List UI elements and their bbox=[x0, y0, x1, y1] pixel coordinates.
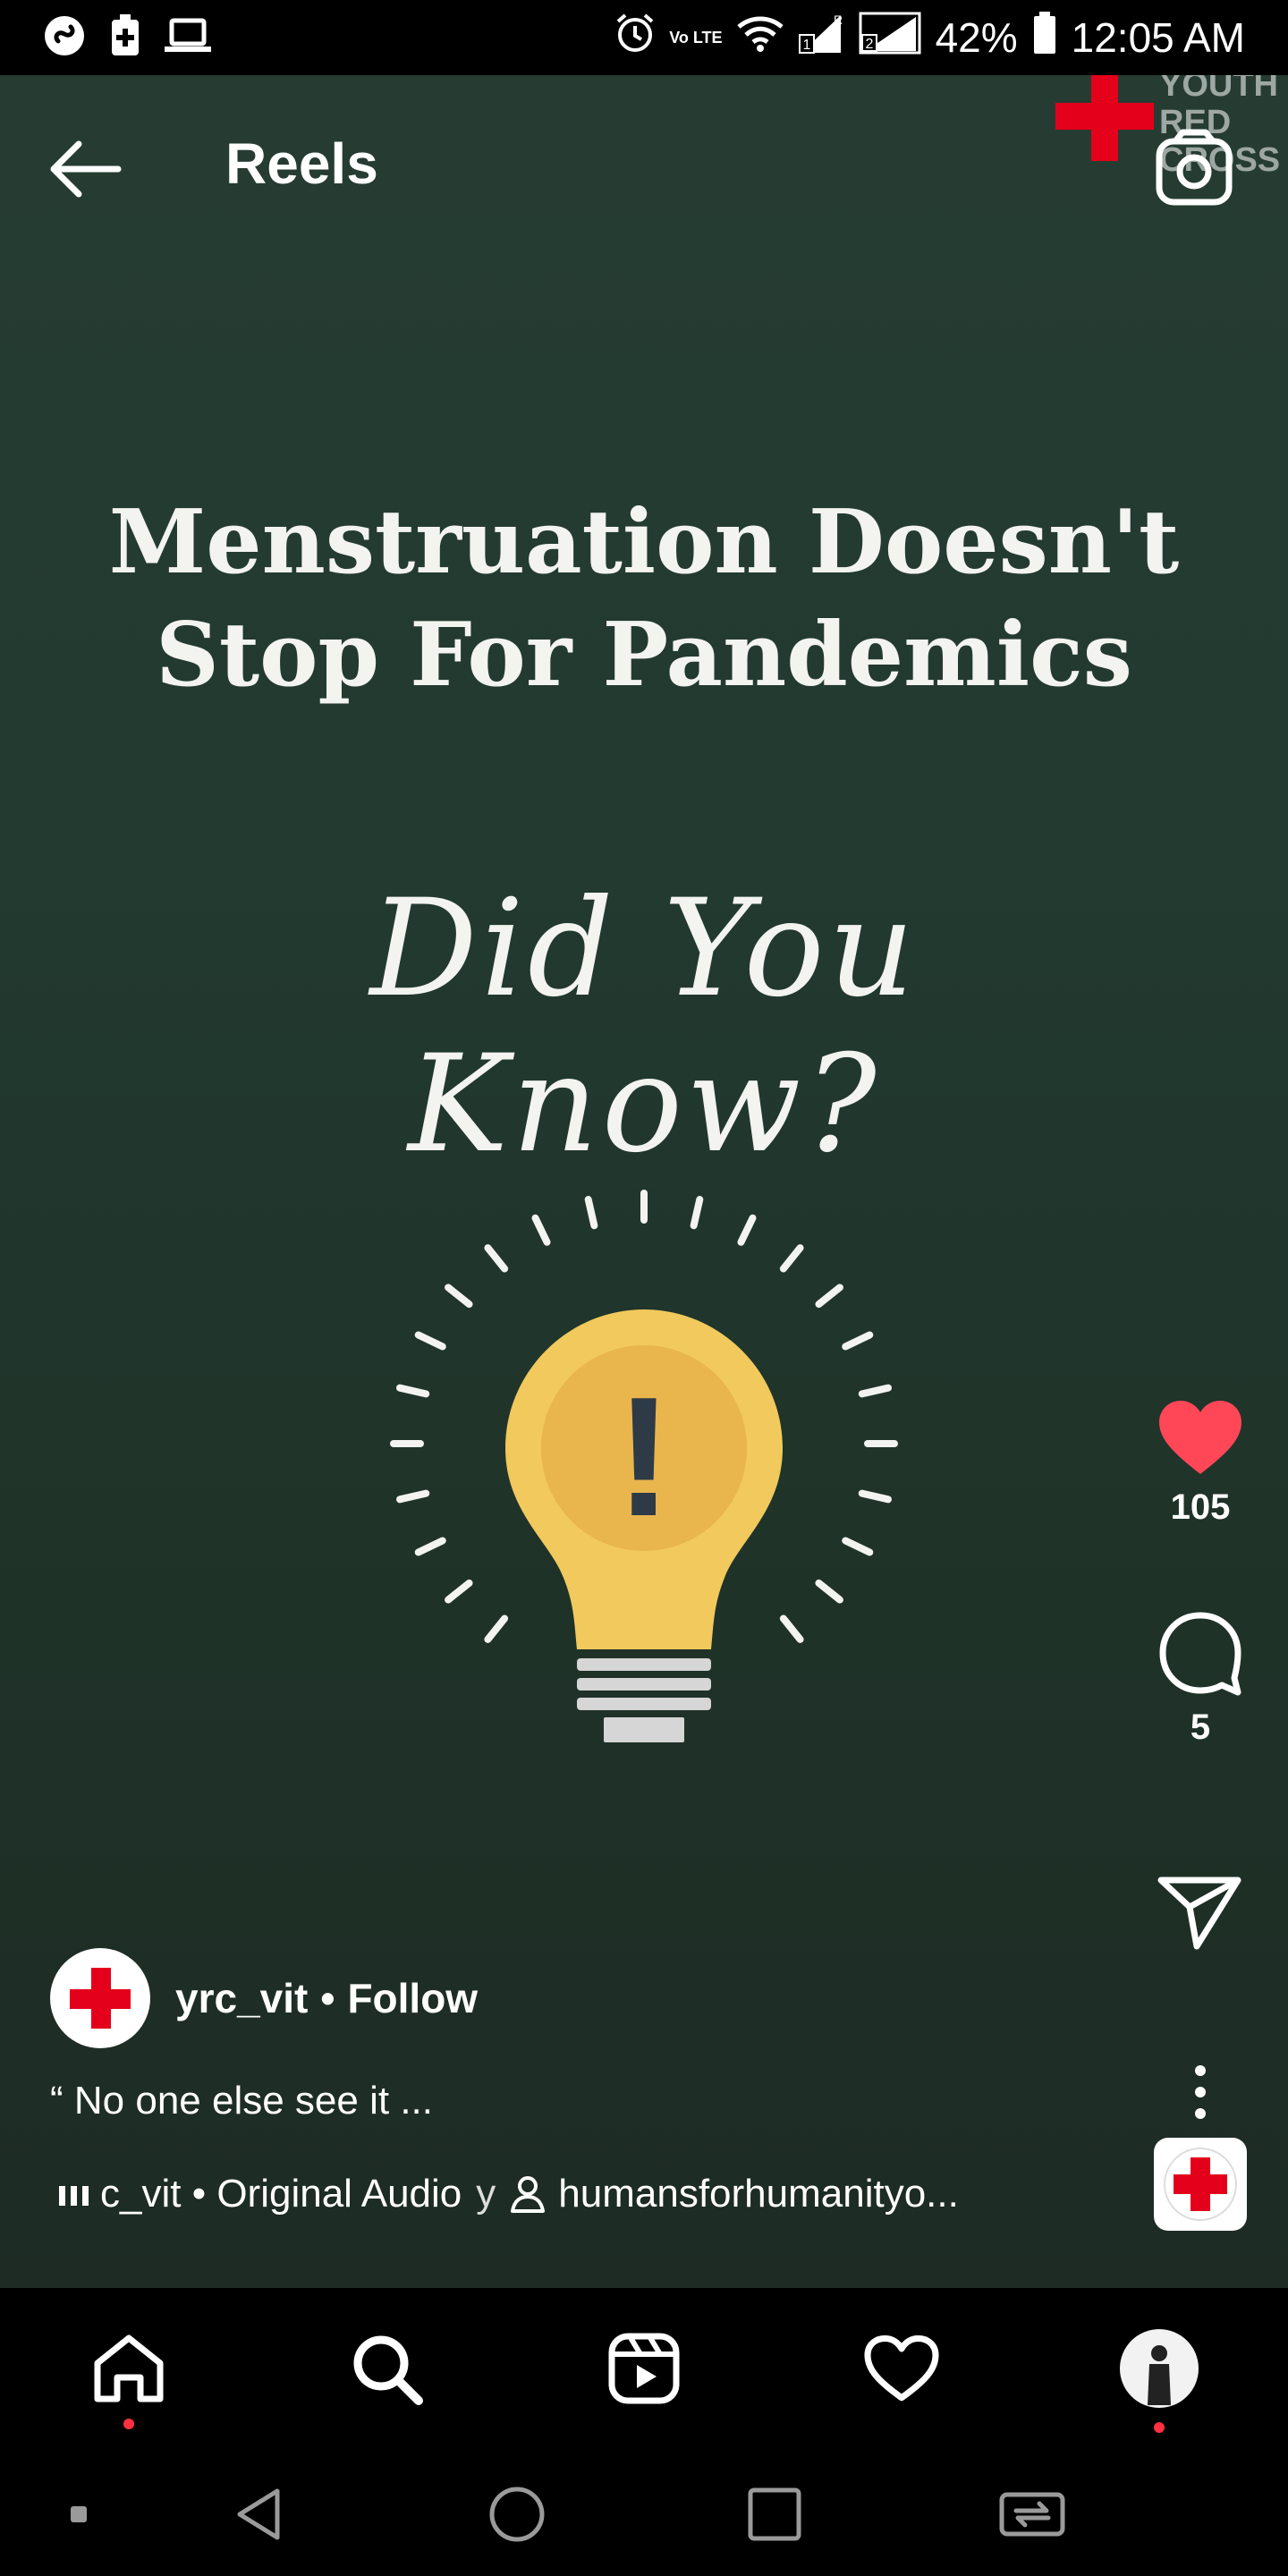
bulb-ray bbox=[690, 1196, 704, 1230]
laptop-icon bbox=[165, 18, 211, 58]
bulb-ray bbox=[737, 1214, 757, 1246]
nav-activity[interactable] bbox=[857, 2324, 946, 2413]
reels-icon bbox=[608, 2333, 680, 2404]
lightbulb-icon: ! bbox=[390, 1190, 898, 1742]
battery-saver-icon bbox=[109, 13, 141, 62]
audio-thumbnail[interactable] bbox=[1154, 2138, 1247, 2231]
bottom-nav bbox=[0, 2288, 1288, 2449]
status-bar: Vo LTE 1R 2 42% 12:05 AM bbox=[0, 0, 1288, 75]
bulb-ray bbox=[484, 1614, 509, 1643]
reels-header: Reels bbox=[0, 75, 1288, 254]
signal-sim1-icon: 1R bbox=[798, 12, 844, 64]
camera-button[interactable] bbox=[1154, 129, 1234, 209]
profile-avatar-icon bbox=[1120, 2329, 1199, 2408]
bulb-ray bbox=[842, 1537, 874, 1556]
bulb-ray bbox=[584, 1196, 598, 1230]
status-left-icons bbox=[43, 13, 211, 62]
like-action: 105 bbox=[1138, 1399, 1263, 1528]
reel-video[interactable]: YOUTH RED CROSS Reels Menstruation Doesn… bbox=[0, 75, 1288, 2288]
triangle-back-icon bbox=[237, 2488, 280, 2540]
battery-percent: 42% bbox=[935, 14, 1018, 61]
svg-text:2: 2 bbox=[865, 37, 873, 52]
bulb-ray bbox=[484, 1244, 509, 1273]
bulb-ray bbox=[396, 1489, 430, 1504]
back-button[interactable] bbox=[47, 138, 127, 200]
more-options-icon[interactable] bbox=[1190, 2063, 1211, 2122]
square-dot-icon bbox=[71, 2506, 87, 2522]
system-back-button[interactable] bbox=[225, 2483, 297, 2546]
bulb-ray bbox=[445, 1284, 473, 1309]
system-recents-button[interactable] bbox=[739, 2483, 810, 2546]
svg-text:1: 1 bbox=[802, 38, 810, 53]
assistant-dot-button[interactable] bbox=[43, 2483, 114, 2546]
screen-switch-icon bbox=[999, 2492, 1065, 2537]
nav-profile[interactable] bbox=[1114, 2324, 1204, 2433]
bulb-ray bbox=[779, 1244, 804, 1273]
system-home-button[interactable] bbox=[481, 2483, 553, 2546]
heart-icon[interactable] bbox=[1157, 1399, 1243, 1476]
username[interactable]: yrc_vit bbox=[175, 1974, 308, 2022]
red-cross-thumbnail-icon bbox=[1164, 2148, 1237, 2221]
search-icon bbox=[353, 2335, 423, 2405]
audio-row: c_vit • Original Audio y humansforhumani… bbox=[59, 2172, 959, 2216]
clock-time: 12:05 AM bbox=[1071, 14, 1245, 61]
alarm-icon bbox=[615, 13, 655, 64]
headline-line-1: Menstruation Doesn't bbox=[108, 491, 1180, 594]
system-switch-button[interactable] bbox=[996, 2483, 1068, 2546]
person-icon bbox=[511, 2176, 546, 2213]
bulb-ray bbox=[858, 1489, 892, 1504]
bulb-ray bbox=[414, 1331, 446, 1351]
shazam-icon bbox=[43, 14, 86, 62]
system-nav bbox=[0, 2449, 1288, 2576]
profile-notification-dot bbox=[1154, 2422, 1165, 2433]
wifi-icon bbox=[736, 13, 784, 62]
follow-button[interactable]: Follow bbox=[347, 1974, 478, 2022]
camera-icon bbox=[1156, 129, 1233, 206]
audio-source[interactable]: c_vit • Original Audio bbox=[100, 2172, 462, 2216]
back-arrow-icon bbox=[50, 140, 122, 198]
svg-text:R: R bbox=[834, 13, 843, 27]
more-options-action bbox=[1138, 2063, 1263, 2126]
bulb-ray bbox=[414, 1537, 446, 1556]
circle-home-icon bbox=[489, 2487, 545, 2542]
avatar[interactable] bbox=[50, 1948, 150, 2048]
bulb-ray bbox=[815, 1284, 843, 1309]
share-action bbox=[1138, 1873, 1263, 1954]
heart-outline-icon bbox=[864, 2334, 939, 2402]
avatar-cross-horizontal bbox=[70, 1989, 131, 2009]
battery-icon bbox=[1032, 11, 1057, 64]
nav-search[interactable] bbox=[342, 2324, 431, 2413]
comment-action: 5 bbox=[1138, 1610, 1263, 1748]
nav-reels[interactable] bbox=[599, 2324, 689, 2413]
bulb-ray bbox=[779, 1614, 804, 1643]
caption[interactable]: “ No one else see it ... bbox=[50, 2079, 433, 2123]
comment-icon[interactable] bbox=[1157, 1610, 1243, 1696]
bulb-ray bbox=[842, 1331, 874, 1351]
volte-icon: Vo LTE bbox=[669, 29, 723, 47]
send-icon[interactable] bbox=[1157, 1873, 1243, 1950]
bulb-ray bbox=[858, 1384, 892, 1398]
author-row: yrc_vit • Follow bbox=[50, 1948, 478, 2048]
home-notification-dot bbox=[123, 2419, 134, 2429]
status-right-icons: Vo LTE 1R 2 42% 12:05 AM bbox=[615, 11, 1245, 64]
reel-script-text: Did You Know? bbox=[369, 871, 919, 1182]
username-separator: • bbox=[320, 1975, 335, 2021]
nav-home[interactable] bbox=[84, 2324, 174, 2429]
audio-separator: y bbox=[476, 2172, 496, 2216]
audio-bars-icon bbox=[59, 2186, 89, 2206]
like-count: 105 bbox=[1170, 1487, 1231, 1527]
signal-sim2-icon: 2 bbox=[859, 12, 921, 64]
bulb-ray bbox=[445, 1579, 473, 1604]
comment-count: 5 bbox=[1190, 1707, 1211, 1747]
square-recents-icon bbox=[748, 2487, 801, 2541]
tagged-user[interactable]: humansforhumanityo... bbox=[558, 2172, 959, 2216]
page-title: Reels bbox=[225, 131, 378, 196]
bulb-ray bbox=[531, 1214, 551, 1246]
svg-text:!: ! bbox=[615, 1362, 672, 1552]
headline-line-2: Stop For Pandemics bbox=[156, 604, 1132, 707]
bulb-ray bbox=[396, 1384, 430, 1398]
home-icon bbox=[94, 2334, 164, 2402]
bulb-ray bbox=[815, 1579, 843, 1604]
reel-headline: Menstruation Doesn't Stop For Pandemics bbox=[107, 487, 1181, 712]
